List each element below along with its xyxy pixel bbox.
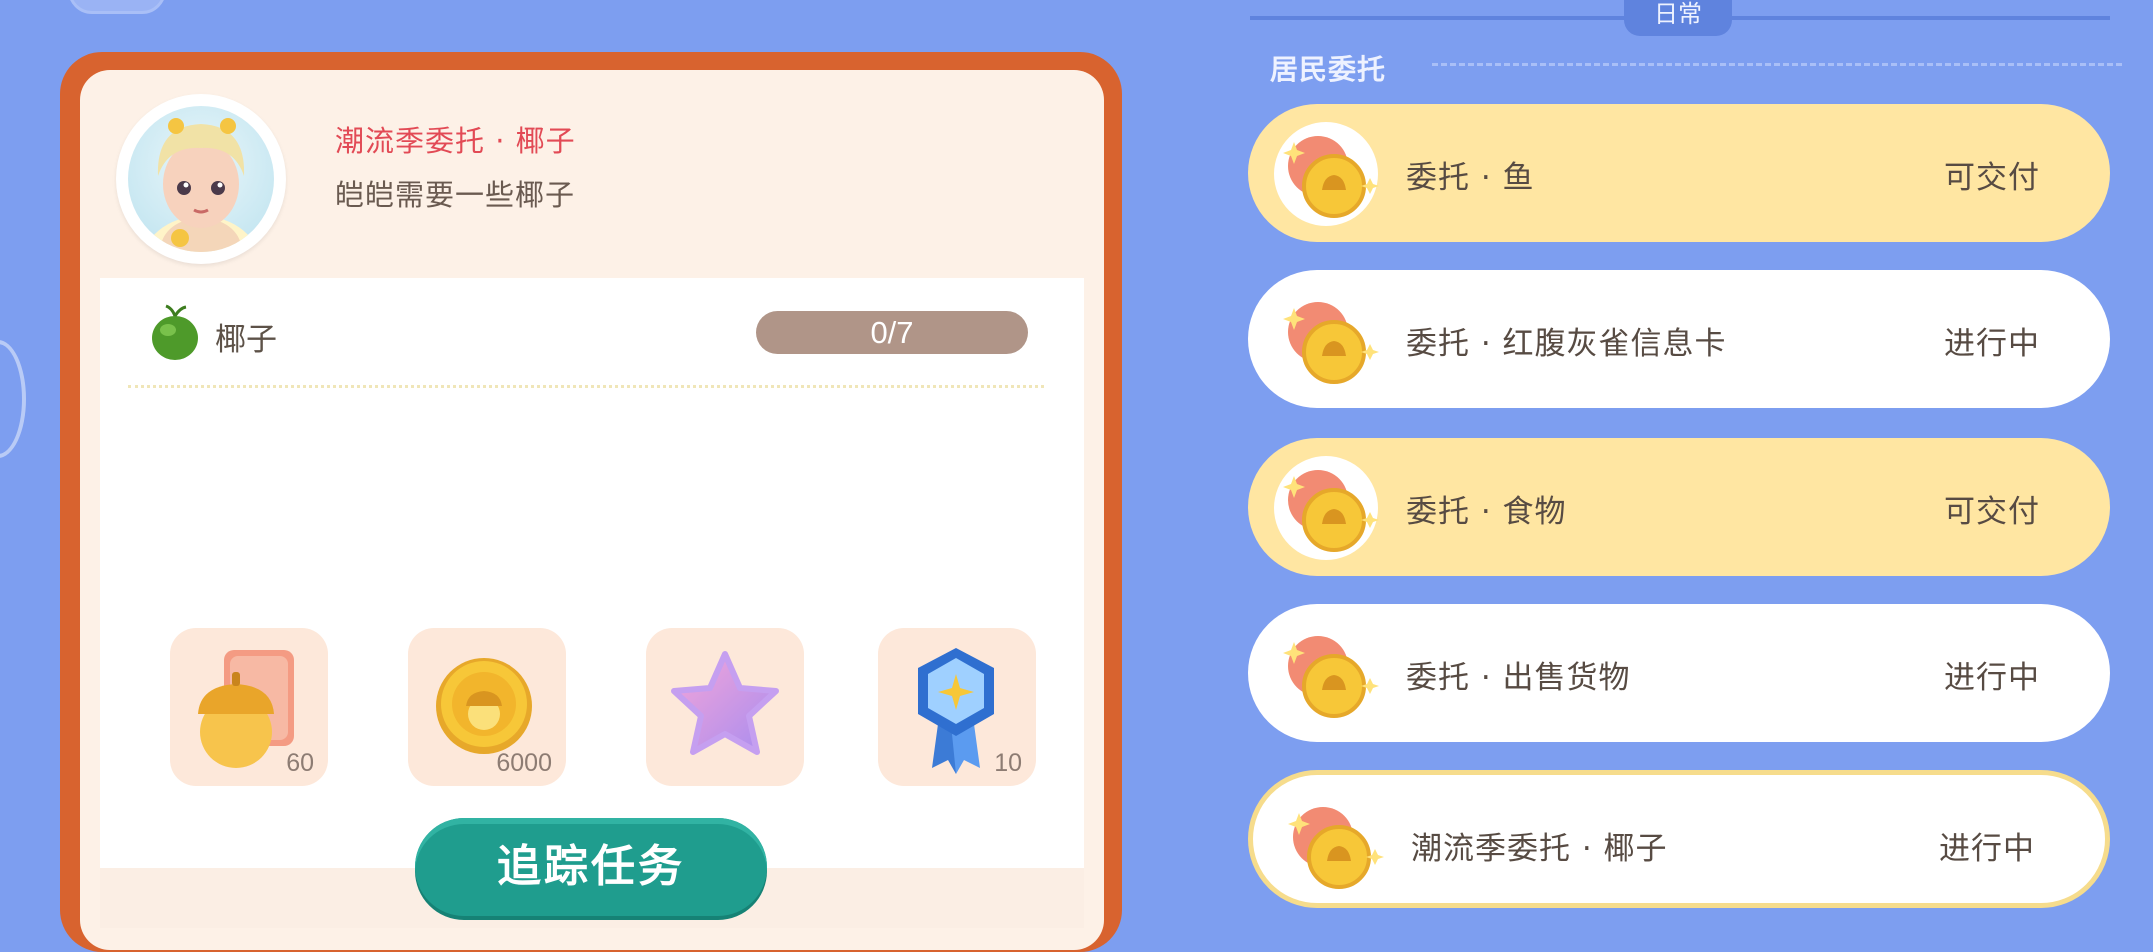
quest-list-item[interactable]: 委托 · 红腹灰雀信息卡 进行中 xyxy=(1248,270,2110,408)
quest-list-item-selected[interactable]: 潮流季委托 · 椰子 进行中 xyxy=(1248,770,2110,908)
quest-name: 委托 · 食物 xyxy=(1406,494,1567,530)
acorn-coin-badge-icon xyxy=(1274,122,1379,226)
quest-title: 潮流季委托 · 椰子 xyxy=(335,124,576,158)
subsection-divider xyxy=(1432,63,2122,66)
reward-star[interactable] xyxy=(646,628,804,786)
coconut-icon xyxy=(148,302,202,362)
side-handle[interactable] xyxy=(0,340,26,458)
track-quest-button[interactable]: 追踪任务 xyxy=(415,818,767,916)
back-button[interactable] xyxy=(68,0,166,14)
quest-name: 委托 · 出售货物 xyxy=(1406,660,1631,696)
quest-status: 进行中 xyxy=(1939,831,2035,867)
reward-count: 10 xyxy=(994,749,1022,777)
reward-coin[interactable]: 6000 xyxy=(408,628,566,786)
avatar xyxy=(128,106,274,252)
quest-list-item[interactable]: 委托 · 鱼 可交付 xyxy=(1248,104,2110,242)
reward-count: 60 xyxy=(286,749,314,777)
quest-status: 可交付 xyxy=(1944,160,2040,196)
quest-status: 进行中 xyxy=(1944,326,2040,362)
reward-acorn-card[interactable]: 60 xyxy=(170,628,328,786)
quest-name: 委托 · 红腹灰雀信息卡 xyxy=(1406,326,1727,362)
requirement-item-name: 椰子 xyxy=(215,322,277,358)
quest-list-item[interactable]: 委托 · 食物 可交付 xyxy=(1248,438,2110,576)
quest-status: 进行中 xyxy=(1944,660,2040,696)
avatar-illustration xyxy=(143,118,259,252)
quest-description: 皑皑需要一些椰子 xyxy=(335,178,576,212)
reward-medal[interactable]: 10 xyxy=(878,628,1036,786)
acorn-coin-badge-icon xyxy=(1274,622,1379,726)
requirement-progress: 0/7 xyxy=(756,311,1028,354)
star-icon xyxy=(671,651,779,755)
quest-list-item[interactable]: 委托 · 出售货物 进行中 xyxy=(1248,604,2110,742)
reward-count: 6000 xyxy=(496,749,552,777)
quest-status: 可交付 xyxy=(1944,494,2040,530)
quest-name: 委托 · 鱼 xyxy=(1406,160,1535,196)
quest-name: 潮流季委托 · 椰子 xyxy=(1411,831,1668,867)
acorn-coin-badge-icon xyxy=(1274,288,1379,392)
acorn-coin-badge-icon xyxy=(1274,456,1379,560)
subsection-title: 居民委托 xyxy=(1270,53,1387,86)
divider xyxy=(128,385,1044,388)
tab-daily[interactable]: 日常 xyxy=(1624,0,1732,36)
acorn-coin-badge-icon xyxy=(1279,793,1384,897)
